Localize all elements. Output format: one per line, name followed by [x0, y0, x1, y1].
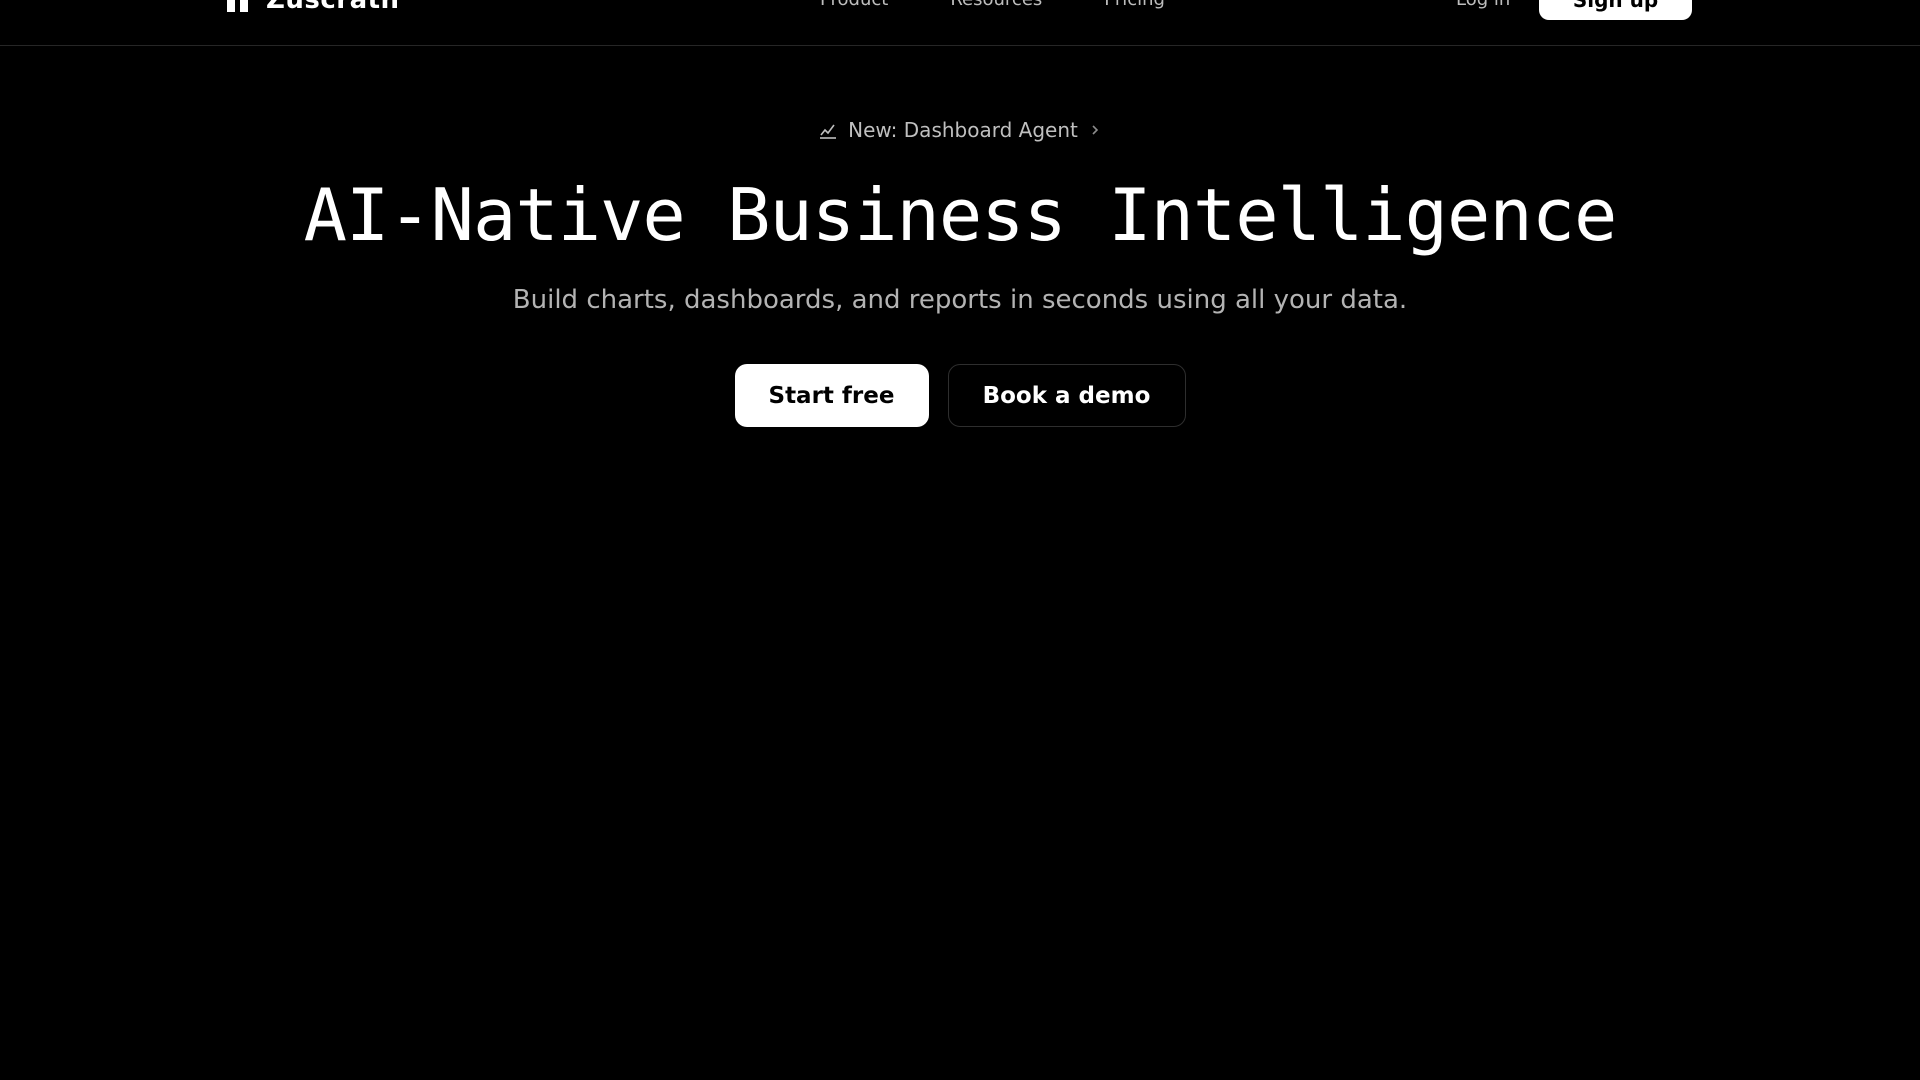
login-link[interactable]: Log in	[1456, 0, 1510, 12]
nav-link-resources[interactable]: Resources	[950, 0, 1042, 12]
line-chart-icon	[818, 120, 838, 140]
signup-button[interactable]: Sign up	[1539, 0, 1692, 20]
announcement-link[interactable]: New: Dashboard Agent	[0, 118, 1920, 142]
brand[interactable]: Zuscrath	[226, 0, 400, 15]
hero-subtitle: Build charts, dashboards, and reports in…	[512, 285, 1408, 315]
brand-name: Zuscrath	[266, 0, 400, 15]
nav-link-pricing[interactable]: Pricing	[1104, 0, 1165, 12]
start-free-button[interactable]: Start free	[734, 364, 929, 427]
nav-link-product[interactable]: Product	[820, 0, 888, 12]
nav-links: Product Resources Pricing	[820, 0, 1165, 12]
brand-logo-icon	[226, 0, 252, 12]
cta-row: Start free Book a demo	[0, 364, 1920, 427]
announcement-label: New: Dashboard Agent	[848, 118, 1078, 142]
book-demo-button[interactable]: Book a demo	[947, 364, 1186, 427]
chevron-right-icon	[1088, 123, 1102, 137]
top-navigation: Zuscrath Product Resources Pricing Log i…	[0, 0, 1920, 46]
hero-title: AI-Native Business Intelligence	[303, 173, 1618, 257]
